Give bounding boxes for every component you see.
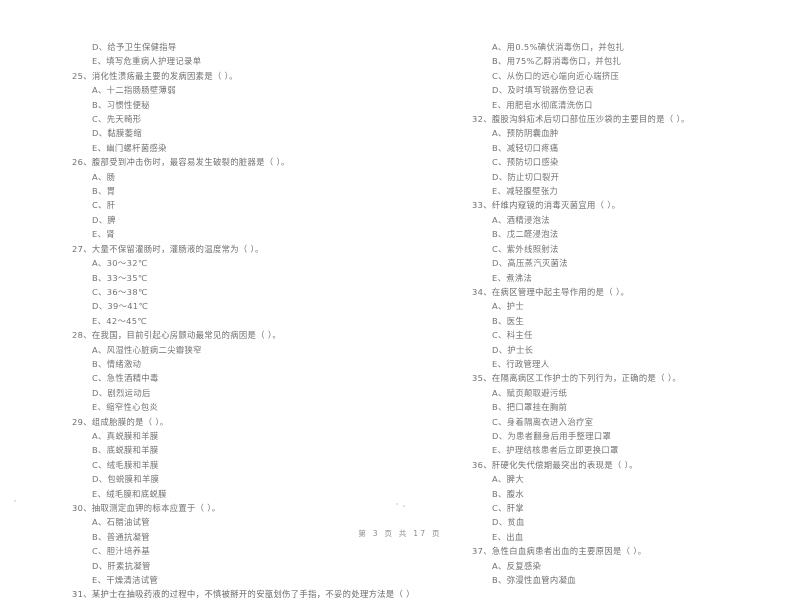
option-item: C、预防切口感染 [492,157,559,168]
option-item: B、把口罩挂在胸前 [492,402,568,413]
option-item: B、戊二醛浸泡法 [492,229,559,240]
option-item: A、护士 [492,301,524,312]
question-block: 25、消化性溃疡最主要的发病因素是（ ）。 A、十二指肠肠壁薄弱 B、习惯性便秘… [72,69,392,155]
option-item: A、赋页颠取避污纸 [492,387,568,398]
option-item: B、胃 [92,186,116,197]
option-item: B、医生 [492,315,524,326]
option-item: A、反复感染 [492,560,542,571]
option-item: A、酒精浸泡法 [492,214,550,225]
option-item: D、黏膜萎缩 [92,128,142,139]
option-item: D、及时填写锐器伤登记表 [492,85,594,96]
option-item: C、胆汁培养基 [92,546,151,557]
question-stem: 28、在我国，目前引起心房颤动最常见的病因是（ ）。 [72,330,281,341]
option-item: C、肝掌 [492,503,525,513]
option-item: D、肝素抗凝管 [92,560,151,571]
option-item: E、42～45℃ [92,315,148,326]
two-column-layout: D、给予卫生保健指导 E、填写危重病人护理记录单 25、消化性溃疡最主要的发病因… [0,40,800,602]
option-item: B、底蜕膜和羊膜 [92,445,159,456]
option-item: B、习惯性便秘 [92,99,150,110]
option-item: E、煮沸法 [492,272,533,283]
option-item: E、绒毛膜和底蜕膜 [92,488,167,499]
option-item: D、给予卫生保健指导 [92,42,177,52]
option-item: C、紫外线照射法 [492,243,559,254]
option-item: A、肠 [92,171,116,182]
option-item: B、用75%乙醇消毒伤口，并包扎 [492,56,622,67]
option-item: E、肾 [92,229,115,240]
option-item: D、39～41℃ [92,301,149,312]
option-item: C、科主任 [492,330,533,341]
option-item: E、填写危重病人护理记录单 [92,56,202,67]
option-item: E、干燥清洁试管 [92,575,159,586]
question-block: 35、在隔离病区工作护士的下列行为，正确的是（ ）。 A、赋页颠取避污纸 B、把… [472,371,792,457]
option-item: A、预防阴囊血肿 [492,128,559,139]
option-item: D、脾 [92,214,117,225]
option-item: D、包蜕膜和羊膜 [92,474,160,485]
question-stem: 35、在隔离病区工作护士的下列行为，正确的是（ ）。 [472,373,681,384]
option-item: B、腹水 [492,488,524,499]
exam-paper-page: D、给予卫生保健指导 E、填写危重病人护理记录单 25、消化性溃疡最主要的发病因… [0,0,800,599]
question-block: 27、大量不保留灌肠时，灌肠液的温度常为（ ）。 A、30～32℃ B、33～3… [72,242,392,328]
scan-artifact-speck [14,500,16,502]
option-item: E、护理结核患者后立即更换口罩 [492,445,619,456]
option-item: A、真蜕膜和羊膜 [92,430,159,441]
option-item: B、33～35℃ [92,272,148,283]
question-block: 34、在病区管理中起主导作用的是（ ）。 A、护士 B、医生 C、科主任 D、护… [472,285,792,371]
question-block: 28、在我国，目前引起心房颤动最常见的病因是（ ）。 A、风湿性心脏病二尖瓣狭窄… [72,328,392,414]
option-item: E、缩窄性心包炎 [92,402,159,413]
question-block: 32、腹股沟斜疝术后切口部位压沙袋的主要目的是（ ）。 A、预防阴囊血肿 B、减… [472,112,792,198]
option-item: D、剧烈运动后 [92,387,151,398]
question-block: 29、组成胎膜的是（ ）。 A、真蜕膜和羊膜 B、底蜕膜和羊膜 C、绒毛膜和羊膜… [72,415,392,501]
question-block: 26、腹部受到冲击伤时，最容易发生破裂的脏器是（ ）。 A、肠 B、胃 C、肝 … [72,155,392,241]
option-item: D、护士长 [492,344,534,355]
question-stem: 27、大量不保留灌肠时，灌肠液的温度常为（ ）。 [72,243,264,254]
option-item: C、身着隔离衣进入治疗室 [492,416,594,427]
question-stem: 33、纤维内窥镜的消毒灭菌宜用（ ）。 [472,200,621,211]
page-footer: 第 3 页 共 17 页 [358,529,442,538]
scan-artifact-speck [396,503,398,505]
option-item: C、36～38℃ [92,286,148,297]
option-item: E、幽门螺杆菌感染 [92,142,167,153]
option-item: A、用0.5%碘伏消毒伤口，并包扎 [492,42,625,52]
question-block: 31、某护士在抽吸药液的过程中，不慎被掰开的安瓿划伤了手指，不妥的处理方法是（ … [72,587,415,601]
question-stem: 37、急性白血病患者出血的主要原因是（ ）。 [472,546,647,557]
question-stem: 32、腹股沟斜疝术后切口部位压沙袋的主要目的是（ ）。 [472,114,690,125]
scan-artifact-speck [403,505,405,507]
option-item: B、弥漫性血管内凝血 [492,575,576,586]
question-stem: 31、某护士在抽吸药液的过程中，不慎被掰开的安瓿划伤了手指，不妥的处理方法是（ … [72,589,415,600]
left-column: D、给予卫生保健指导 E、填写危重病人护理记录单 25、消化性溃疡最主要的发病因… [0,40,415,602]
option-item: E、用肥皂水彻底清洗伤口 [492,99,593,110]
option-item: A、十二指肠肠壁薄弱 [92,85,176,96]
option-item: C、肝 [92,200,116,211]
option-item: C、绒毛膜和羊膜 [92,459,159,470]
question-stem: 34、在病区管理中起主导作用的是（ ）。 [472,286,630,297]
question-block: 37、急性白血病患者出血的主要原因是（ ）。 A、反复感染 B、弥漫性血管内凝血 [472,544,792,587]
option-item: A、脾大 [492,474,524,485]
option-item: B、情绪激动 [92,358,142,369]
option-item: D、防止切口裂开 [492,171,560,182]
question-stem: 29、组成胎膜的是（ ）。 [72,416,169,427]
question-stem: 25、消化性溃疡最主要的发病因素是（ ）。 [72,70,238,81]
option-item: D、为患者翻身后用手整理口罩 [492,430,612,441]
question-stem: 30、抽取测定血钾的标本应置于（ ）。 [72,503,221,513]
option-item: B、减轻切口疼痛 [492,142,559,153]
option-item: A、风湿性心脏病二尖瓣狭窄 [92,344,202,355]
option-item: D、高压蒸汽灭菌法 [492,258,568,269]
option-item: E、行政管理人 [492,358,550,369]
option-item: C、从伤口的远心端向近心端挤压 [492,70,620,81]
question-stem: 26、腹部受到冲击伤时，最容易发生破裂的脏器是（ ）。 [72,157,290,168]
option-item: C、急性酒精中毒 [92,373,159,384]
option-item: C、先天畸形 [92,114,142,125]
question-block: 33、纤维内窥镜的消毒灭菌宜用（ ）。 A、酒精浸泡法 B、戊二醛浸泡法 C、紫… [472,198,792,284]
question-block: 30、抽取测定血钾的标本应置于（ ）。 A、石腊油试管 B、普通抗凝管 C、胆汁… [72,501,392,587]
option-item: A、30～32℃ [92,258,148,269]
question-stem: 36、肝硬化失代偿期最突出的表现是（ ）。 [472,459,638,470]
option-item: E、减轻腹壁张力 [492,186,559,197]
right-column: A、用0.5%碘伏消毒伤口，并包扎 B、用75%乙醇消毒伤口，并包扎 C、从伤口… [400,40,800,602]
